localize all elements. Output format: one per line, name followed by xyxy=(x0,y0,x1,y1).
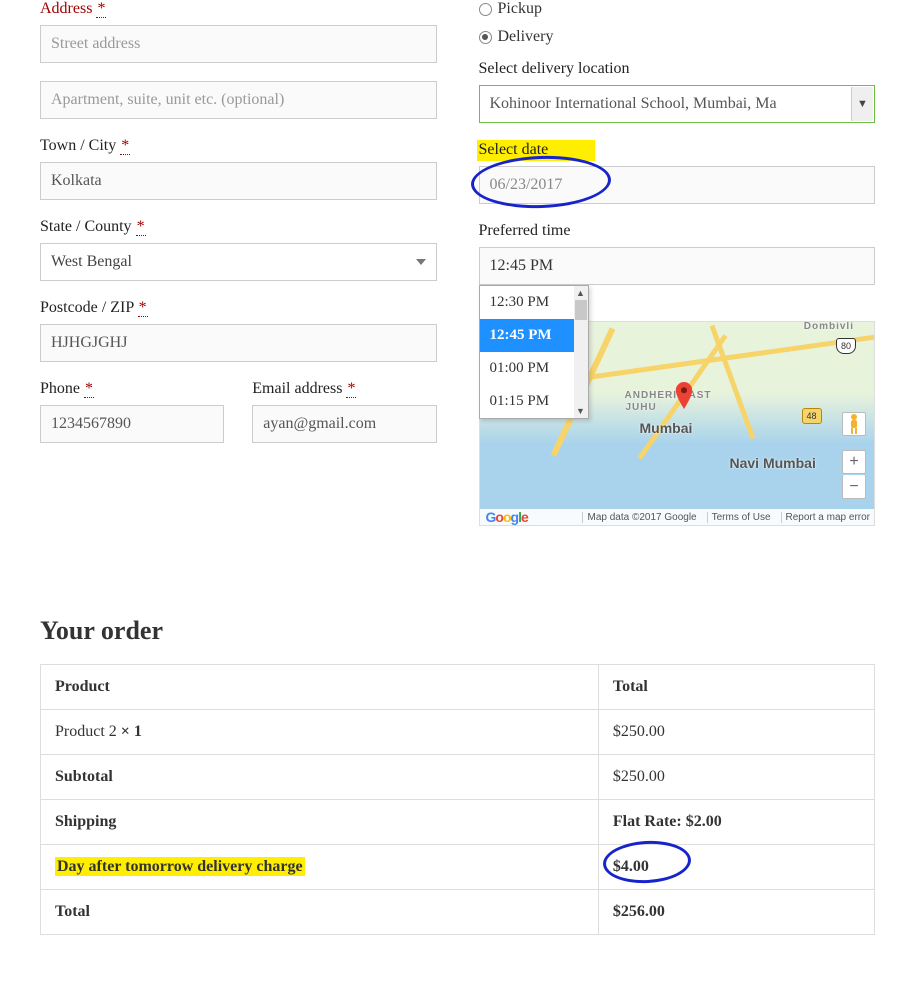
time-option-selected[interactable]: 12:45 PM xyxy=(480,319,588,352)
product-column-header: Product xyxy=(41,665,599,710)
map-label-andheri: ANDHERI EAST xyxy=(625,390,712,401)
map-terms-link[interactable]: Terms of Use xyxy=(707,512,775,523)
dropdown-scrollbar[interactable]: ▲ ▼ xyxy=(574,286,588,418)
subtotal-label: Subtotal xyxy=(41,755,599,800)
map-zoom-in-button[interactable]: + xyxy=(842,450,866,474)
map-footer: Google Map data ©2017 Google Terms of Us… xyxy=(480,509,875,525)
total-column-header: Total xyxy=(598,665,874,710)
time-dropdown[interactable]: 12:30 PM 12:45 PM 01:00 PM 01:15 PM ▲ ▼ xyxy=(479,285,589,419)
required-star: * xyxy=(120,137,130,155)
city-label: Town / City * xyxy=(40,137,437,155)
pickup-radio-label: Pickup xyxy=(498,0,542,18)
google-logo: Google xyxy=(486,509,528,525)
order-subtotal-row: Subtotal $250.00 xyxy=(41,755,875,800)
map-zoom-out-button[interactable]: − xyxy=(842,475,866,499)
order-shipping-row: Shipping Flat Rate: $2.00 xyxy=(41,800,875,845)
order-item-name: Product 2 × 1 xyxy=(41,710,599,755)
order-extra-row: Day after tomorrow delivery charge $4.00 xyxy=(41,845,875,890)
delivery-location-select[interactable]: Kohinoor International School, Mumbai, M… xyxy=(479,85,876,123)
required-star: * xyxy=(96,0,106,18)
select-date-label: Select date xyxy=(479,141,876,159)
map-label-juhu: JUHU xyxy=(626,402,657,413)
scroll-up-icon[interactable]: ▲ xyxy=(574,286,588,300)
state-selected-value: West Bengal xyxy=(51,253,132,270)
scroll-thumb[interactable] xyxy=(575,300,587,320)
preferred-time-label: Preferred time xyxy=(479,222,876,240)
zip-label: Postcode / ZIP * xyxy=(40,299,437,317)
delivery-location-label: Select delivery location xyxy=(479,60,876,78)
radio-unchecked-icon xyxy=(479,3,492,16)
order-table: Product Total Product 2 × 1 $250.00 Subt… xyxy=(40,664,875,935)
scroll-down-icon[interactable]: ▼ xyxy=(574,404,588,418)
required-star: * xyxy=(346,380,356,398)
route-shield-48: 48 xyxy=(802,408,822,424)
your-order-heading: Your order xyxy=(40,616,875,646)
order-total-row: Total $256.00 xyxy=(41,890,875,935)
extra-charge-label: Day after tomorrow delivery charge xyxy=(41,845,599,890)
map-pegman-button[interactable] xyxy=(842,412,866,436)
phone-label: Phone * xyxy=(40,380,224,398)
plus-icon: + xyxy=(849,453,858,471)
map-report-link[interactable]: Report a map error xyxy=(781,512,874,523)
delivery-radio[interactable]: Delivery xyxy=(479,28,876,46)
time-input[interactable] xyxy=(479,247,876,285)
shipping-label: Shipping xyxy=(41,800,599,845)
email-input[interactable] xyxy=(252,405,436,443)
minus-icon: − xyxy=(849,478,858,496)
map-marker-icon xyxy=(675,382,693,410)
required-star: * xyxy=(136,218,146,236)
extra-charge-value: $4.00 xyxy=(598,845,874,890)
chevron-down-icon: ▼ xyxy=(857,99,868,110)
map-label-navi-mumbai: Navi Mumbai xyxy=(730,455,816,471)
shipping-value: Flat Rate: $2.00 xyxy=(598,800,874,845)
email-label: Email address * xyxy=(252,380,436,398)
required-star: * xyxy=(84,380,94,398)
order-item-total: $250.00 xyxy=(598,710,874,755)
delivery-radio-label: Delivery xyxy=(498,28,554,46)
address-label: Address * xyxy=(40,0,437,18)
time-option[interactable]: 01:15 PM xyxy=(480,385,588,418)
pegman-icon xyxy=(847,414,861,434)
zip-input[interactable] xyxy=(40,324,437,362)
street-address-input[interactable] xyxy=(40,25,437,63)
state-label: State / County * xyxy=(40,218,437,236)
radio-checked-icon xyxy=(479,31,492,44)
route-shield-80: 80 xyxy=(836,338,856,354)
map-credit: Map data ©2017 Google xyxy=(582,512,700,523)
time-option[interactable]: 12:30 PM xyxy=(480,286,588,319)
order-table-header: Product Total xyxy=(41,665,875,710)
time-option[interactable]: 01:00 PM xyxy=(480,352,588,385)
highlight-annotation: Day after tomorrow delivery charge xyxy=(55,857,305,876)
city-input[interactable] xyxy=(40,162,437,200)
total-value: $256.00 xyxy=(598,890,874,935)
delivery-location-value: Kohinoor International School, Mumbai, M… xyxy=(490,95,777,112)
pickup-radio[interactable]: Pickup xyxy=(479,0,876,18)
map-label-dombivli: Dombivli xyxy=(804,321,854,332)
required-star: * xyxy=(138,299,148,317)
state-select[interactable]: West Bengal xyxy=(40,243,437,281)
date-input[interactable] xyxy=(479,166,876,204)
phone-input[interactable] xyxy=(40,405,224,443)
chevron-down-icon xyxy=(416,259,426,265)
apartment-input[interactable] xyxy=(40,81,437,119)
total-label: Total xyxy=(41,890,599,935)
order-item-row: Product 2 × 1 $250.00 xyxy=(41,710,875,755)
select-caret-button[interactable]: ▼ xyxy=(851,87,873,121)
subtotal-value: $250.00 xyxy=(598,755,874,800)
map-road xyxy=(709,325,755,439)
map-label-mumbai: Mumbai xyxy=(640,420,693,436)
